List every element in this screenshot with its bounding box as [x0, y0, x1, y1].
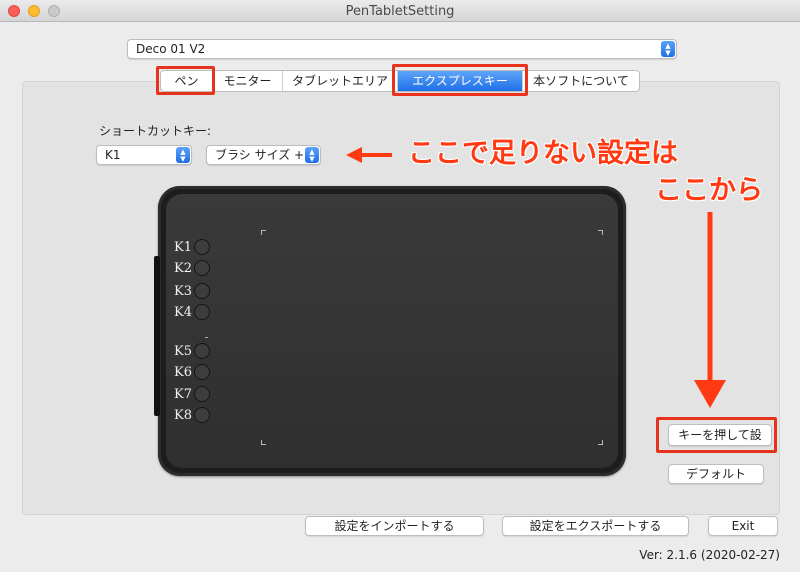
key-button-icon [194, 260, 210, 276]
tab-tablet-area[interactable]: タブレットエリア [283, 71, 398, 91]
key-label: K4 [174, 304, 192, 320]
annotation-text: ここから [655, 175, 763, 206]
active-area-corner [261, 440, 266, 445]
device-select[interactable]: Deco 01 V2 ▲ ▼ [127, 39, 677, 59]
window-title: PenTabletSetting [345, 4, 455, 19]
key-button-icon [194, 407, 210, 423]
version-label: Ver: 2.1.6 (2020-02-27) [639, 548, 780, 562]
key-button-icon [194, 386, 210, 402]
key-label: K3 [174, 283, 192, 299]
key-button-icon [194, 239, 210, 255]
express-key-select[interactable]: K1 ▲ ▼ [96, 145, 192, 165]
express-key-k3[interactable]: K3 [174, 282, 210, 300]
key-function-select[interactable]: ブラシ サイズ + ▲ ▼ [206, 145, 321, 165]
express-key-k7[interactable]: K7 [174, 385, 210, 403]
arrow-down-icon [694, 212, 726, 408]
express-key-k2[interactable]: K2 [174, 259, 210, 277]
title-bar: PenTabletSetting [0, 0, 800, 22]
key-button-icon [194, 364, 210, 380]
export-settings-button[interactable]: 設定をエクスポートする [502, 516, 689, 536]
key-button-icon [194, 304, 210, 320]
exit-button[interactable]: Exit [708, 516, 778, 536]
key-function-select-value: ブラシ サイズ + [215, 148, 305, 162]
highlight-box-press-key [656, 417, 777, 453]
shortcut-key-label: ショートカットキー: [99, 124, 212, 138]
active-area-corner [598, 230, 603, 235]
express-key-k5[interactable]: K5 [174, 342, 210, 360]
tablet-side-edge [154, 256, 160, 416]
key-label: K5 [174, 343, 192, 359]
highlight-box-pen-tab [156, 66, 215, 95]
default-button[interactable]: デフォルト [668, 464, 764, 484]
chevron-updown-icon: ▲ ▼ [305, 147, 319, 163]
express-key-select-value: K1 [105, 148, 121, 162]
annotation-text: ここで足りない設定は [408, 138, 678, 169]
key-label: K8 [174, 407, 192, 423]
key-label: K6 [174, 364, 192, 380]
express-key-k1[interactable]: K1 [174, 238, 210, 256]
key-button-icon [194, 283, 210, 299]
tablet-image: K1 K2 K3 K4 K5 K6 K7 K8 [154, 186, 626, 476]
active-area-corner [598, 440, 603, 445]
key-label: K1 [174, 239, 192, 255]
chevron-updown-icon: ▲ ▼ [176, 147, 190, 163]
highlight-box-express-tab [392, 64, 528, 96]
tablet-surface [166, 194, 618, 468]
key-group-divider [205, 337, 208, 338]
express-key-k4[interactable]: K4 [174, 303, 210, 321]
key-button-icon [194, 343, 210, 359]
active-area-corner [261, 230, 266, 235]
arrow-left-icon [346, 147, 392, 163]
express-key-k8[interactable]: K8 [174, 406, 210, 424]
tab-monitor[interactable]: モニター [213, 71, 283, 91]
express-key-k6[interactable]: K6 [174, 363, 210, 381]
import-settings-button[interactable]: 設定をインポートする [305, 516, 484, 536]
chevron-updown-icon: ▲ ▼ [661, 41, 675, 57]
key-label: K2 [174, 260, 192, 276]
key-label: K7 [174, 386, 192, 402]
tab-about[interactable]: 本ソフトについて [523, 71, 639, 91]
device-select-value: Deco 01 V2 [136, 42, 206, 56]
app-window: PenTabletSetting Deco 01 V2 ▲ ▼ ペン モニター タ… [0, 0, 800, 572]
